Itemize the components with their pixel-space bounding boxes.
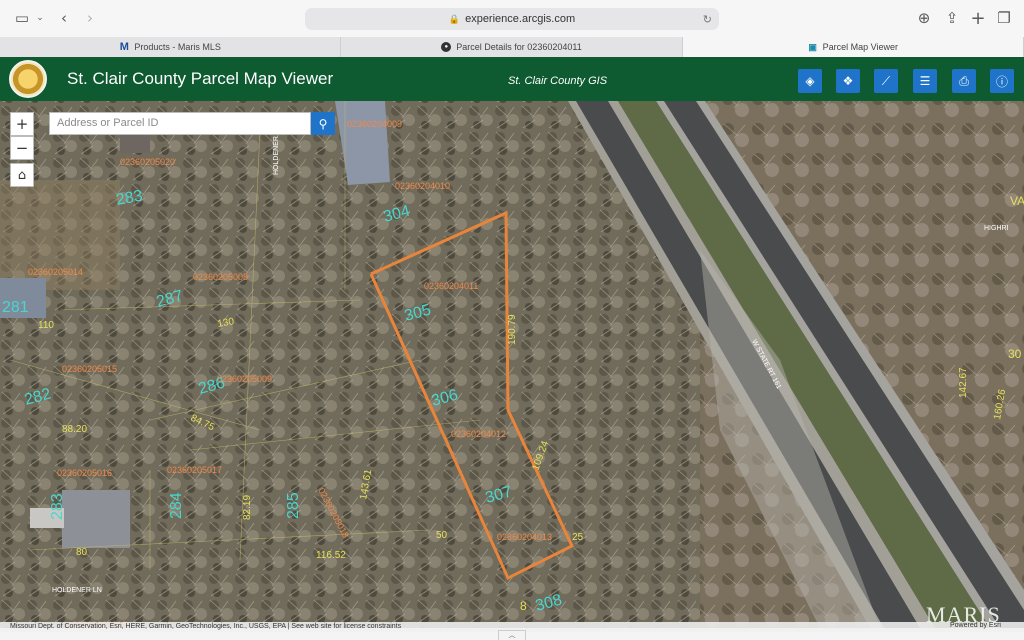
expand-panel-icon[interactable]: ︿ — [498, 630, 526, 640]
chevron-down-icon[interactable]: ⌄ — [34, 8, 46, 28]
tab-label: Parcel Details for 02360204011 — [456, 42, 582, 52]
measure-icon[interactable]: ⟋ — [874, 69, 898, 93]
house-number-label: 305 — [403, 302, 433, 325]
tab-overview-icon[interactable]: ❐ — [994, 8, 1014, 28]
dimension-label: 130 — [217, 316, 236, 330]
home-icon[interactable]: ⌂ — [10, 163, 34, 187]
browser-toolbar: ▭ ⌄ ‹ › 🔒 experience.arcgis.com ↻ ⊕ ⇪ + … — [0, 0, 1024, 37]
house-number-label: 284 — [168, 492, 185, 519]
map-label: 8 — [520, 599, 527, 613]
search-icon[interactable]: ⚲ — [311, 112, 335, 135]
parcel-id-label: 02360204012 — [451, 429, 506, 439]
house-number-label: 306 — [430, 387, 460, 410]
url-text: experience.arcgis.com — [465, 13, 576, 25]
zoom-in-button[interactable]: + — [10, 112, 34, 136]
street-label: HIGHRI — [984, 225, 1009, 232]
tab-label: Parcel Map Viewer — [822, 42, 898, 52]
dimension-label: 116.52 — [316, 550, 346, 561]
dimension-label: 82.19 — [242, 495, 253, 520]
powered-by-esri[interactable]: Powered by Esri — [950, 622, 1001, 629]
address-search-input[interactable]: Address or Parcel ID — [49, 112, 311, 135]
layers-icon[interactable]: ◈ — [798, 69, 822, 93]
tab-bar: M Products - Maris MLS ● Parcel Details … — [0, 37, 1024, 57]
dimension-label: 142.67 — [958, 367, 969, 398]
info-icon[interactable]: ⓘ — [990, 69, 1014, 93]
download-icon[interactable]: ⊕ — [914, 8, 934, 28]
tab-parcel-map-viewer[interactable]: ▣ Parcel Map Viewer — [682, 37, 1024, 57]
house-number-label: 286 — [197, 375, 227, 398]
dimension-label: 190.79 — [507, 314, 518, 345]
app-title: St. Clair County Parcel Map Viewer — [67, 69, 334, 88]
street-label: W STATE RT 161 — [750, 339, 782, 391]
parcel-id-label: 02360204010 — [395, 181, 450, 191]
parcel-id-label: 02360205018 — [316, 486, 351, 539]
dimension-label: 50 — [436, 530, 448, 541]
print-icon[interactable]: ⎙ — [952, 69, 976, 93]
legend-icon[interactable]: ☰ — [913, 69, 937, 93]
sidebar-toggle-icon[interactable]: ▭ — [12, 8, 32, 28]
house-number-label: 283 — [115, 188, 144, 209]
parcel-icon: ● — [441, 42, 452, 52]
parcel-id-label: 02360205016 — [57, 468, 112, 478]
dimension-label: 109.24 — [530, 439, 551, 472]
house-number-label: 282 — [23, 386, 53, 409]
map-label: 30 — [1008, 347, 1022, 361]
parcel-id-label: 02360205008 — [193, 272, 248, 282]
app-header: St. Clair County Parcel Map Viewer St. C… — [0, 57, 1024, 101]
parcel-id-label: 02360205017 — [167, 465, 222, 475]
tab-label: Products - Maris MLS — [134, 42, 221, 52]
share-icon[interactable]: ⇪ — [942, 8, 962, 28]
dimension-label: 25 — [572, 532, 584, 543]
maris-m-icon: M — [119, 41, 129, 53]
map-label: VA — [1010, 194, 1024, 208]
house-number-label: 287 — [155, 288, 185, 311]
county-seal-logo — [9, 60, 47, 98]
tab-parcel-details[interactable]: ● Parcel Details for 02360204011 — [341, 37, 683, 57]
basemap-icon[interactable]: ❖ — [836, 69, 860, 93]
map-view[interactable]: 02360204009 02360204010 02360204011 0236020… — [0, 101, 1024, 628]
tab-maris-products[interactable]: M Products - Maris MLS — [0, 37, 342, 57]
house-number-label: 308 — [534, 592, 564, 615]
house-number-label: 285 — [285, 492, 302, 519]
house-number-label: 307 — [484, 484, 514, 507]
dimension-label: 160.26 — [992, 388, 1008, 420]
house-number-label: 281 — [2, 299, 29, 316]
house-number-label: 283 — [49, 493, 66, 520]
parcel-id-label: 02360205020 — [120, 157, 175, 167]
dimension-label: 88.20 — [62, 424, 87, 435]
parcel-id-label: 02360204009 — [347, 119, 402, 129]
app-subtitle: St. Clair County GIS — [508, 75, 608, 87]
parcel-id-label: 02360205015 — [62, 364, 117, 374]
forward-icon[interactable]: › — [82, 8, 98, 28]
parcel-id-label: 02360205014 — [28, 267, 83, 277]
dimension-label: 80 — [76, 547, 88, 558]
parcel-id-label: 02360204011 — [424, 281, 478, 291]
arcgis-icon: ▣ — [808, 41, 817, 52]
dimension-label: 143.61 — [358, 468, 374, 500]
zoom-out-button[interactable]: − — [10, 136, 34, 160]
parcel-id-label: 02360204013 — [497, 532, 552, 542]
parcel-id-label: 02360205009 — [217, 374, 272, 384]
lock-icon: 🔒 — [448, 13, 461, 24]
new-tab-icon[interactable]: + — [968, 8, 988, 29]
address-bar[interactable]: 🔒 experience.arcgis.com ↻ — [305, 8, 719, 30]
dimension-label: 84.75 — [189, 413, 217, 434]
back-icon[interactable]: ‹ — [56, 8, 72, 28]
map-labels: 02360204009 02360204010 02360204011 0236020… — [2, 119, 1024, 628]
street-label: HOLDENER LN — [52, 587, 102, 594]
house-number-label: 304 — [382, 203, 412, 226]
reload-icon[interactable]: ↻ — [703, 13, 712, 26]
dimension-label: 110 — [38, 320, 54, 331]
